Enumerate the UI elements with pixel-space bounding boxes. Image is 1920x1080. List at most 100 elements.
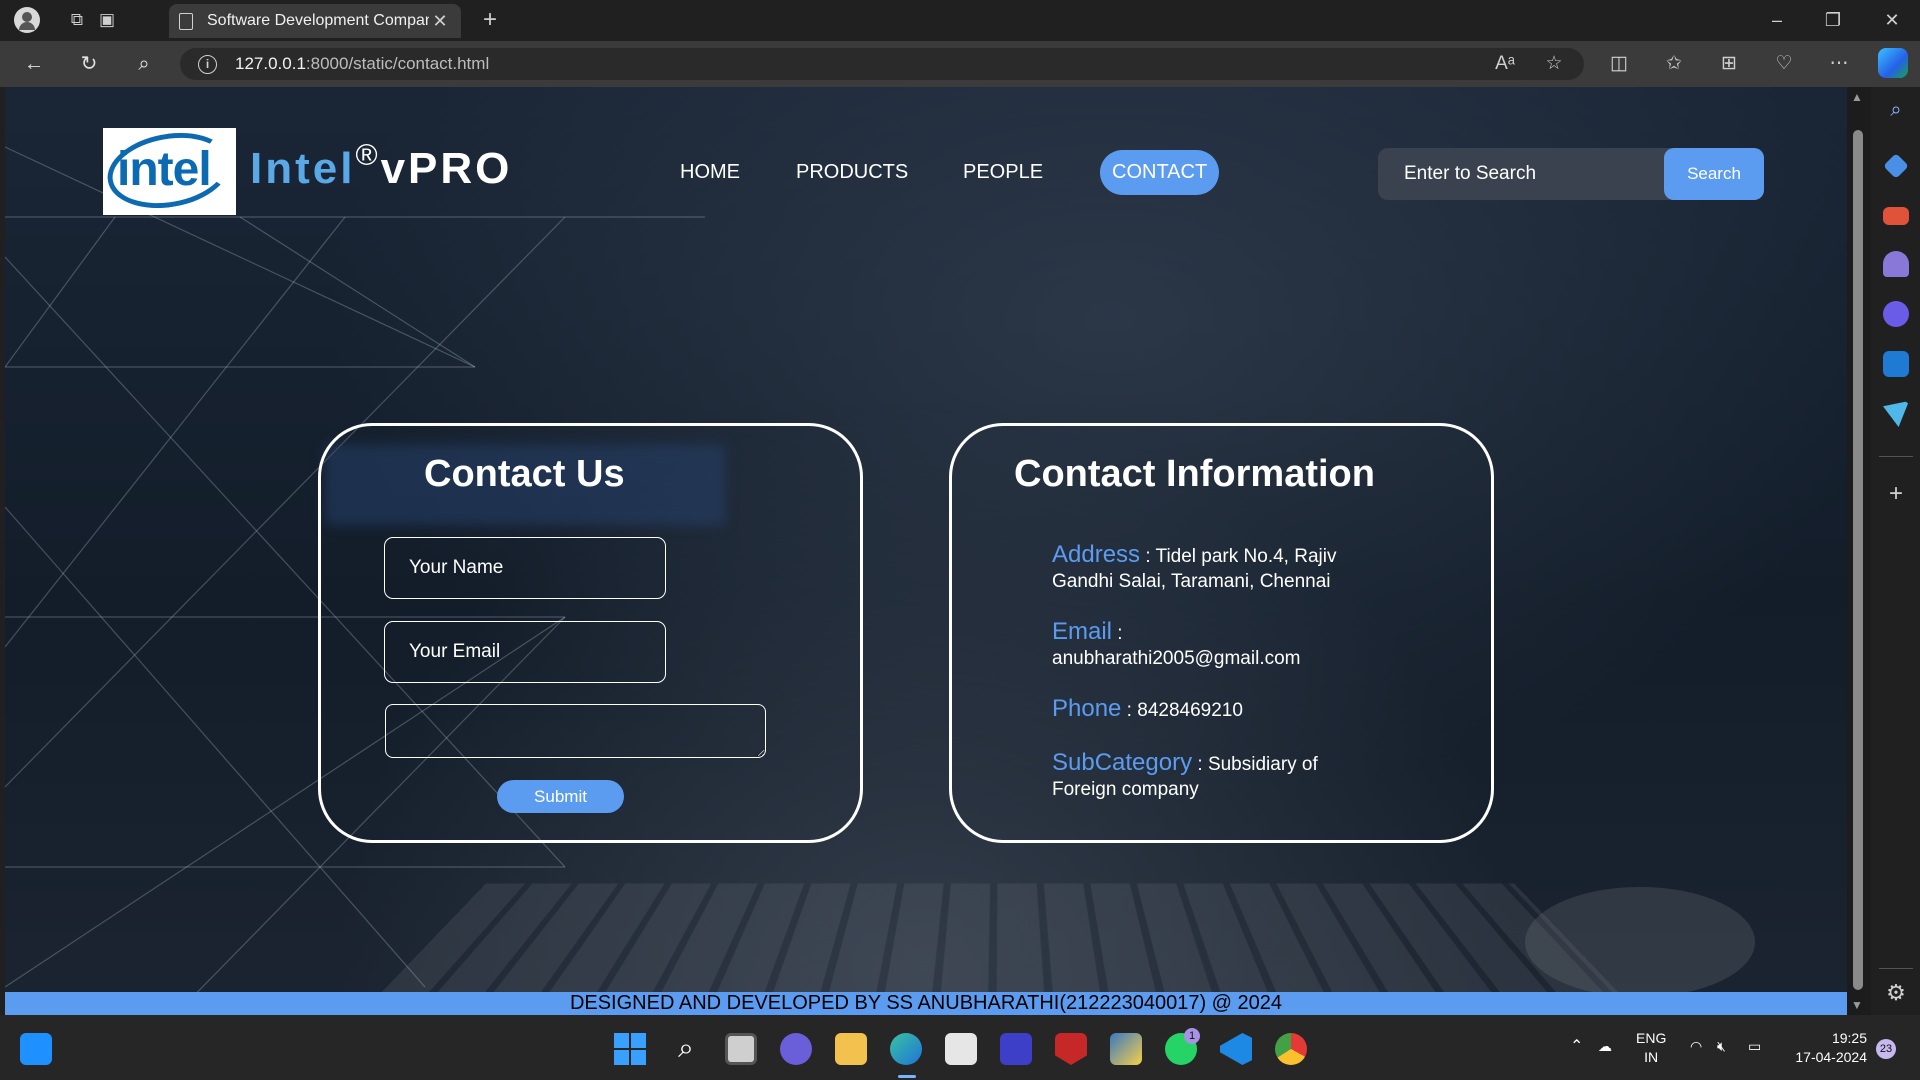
lang-top: ENG: [1636, 1029, 1666, 1048]
scroll-down-arrow[interactable]: ▼: [1851, 998, 1863, 1012]
favorites-icon[interactable]: ✩: [1659, 50, 1689, 78]
url-host: 127.0.0.1: [235, 54, 306, 74]
brand-intel: Intel: [250, 144, 355, 193]
edge-active-indicator: [898, 1075, 916, 1078]
workspaces-icon[interactable]: ⧉: [63, 6, 91, 34]
app-icon[interactable]: [1000, 1033, 1032, 1065]
clock-date: 17-04-2024: [1787, 1048, 1867, 1067]
background-mouse: [1525, 887, 1755, 997]
submit-button[interactable]: Submit: [497, 780, 624, 813]
search-box: Search: [1378, 148, 1764, 200]
collections-icon[interactable]: ⊞: [1714, 50, 1744, 78]
notification-badge[interactable]: 23: [1876, 1039, 1896, 1059]
info-phone: Phone : 8428469210: [1052, 696, 1382, 723]
lang-bottom: IN: [1636, 1048, 1666, 1067]
games-icon[interactable]: [1883, 251, 1909, 277]
microsoft365-icon[interactable]: [1883, 301, 1909, 327]
profile-icon[interactable]: [13, 6, 41, 34]
name-field[interactable]: [384, 537, 666, 599]
info-email: Email : anubharathi2005@gmail.com: [1052, 619, 1322, 671]
email-value: anubharathi2005@gmail.com: [1052, 648, 1301, 669]
contact-us-title: Contact Us: [424, 453, 625, 496]
copilot-icon[interactable]: [1878, 48, 1908, 78]
whatsapp-badge: 1: [1184, 1028, 1200, 1044]
widgets-icon[interactable]: [20, 1033, 52, 1065]
tools-icon[interactable]: [1883, 207, 1909, 225]
site-info-icon[interactable]: i: [198, 55, 217, 74]
sidebar-settings-icon[interactable]: ⚙: [1883, 980, 1909, 1006]
address-bar-row: ← ↻ ⌕ i 127.0.0.1:8000/static/contact.ht…: [0, 41, 1920, 87]
drop-icon[interactable]: [1883, 401, 1909, 427]
phone-value: 8428469210: [1137, 700, 1243, 721]
info-subcategory: SubCategory : Subsidiary of Foreign comp…: [1052, 750, 1352, 802]
browser-essentials-icon[interactable]: ♡: [1769, 50, 1799, 78]
new-tab-button[interactable]: +: [476, 6, 504, 34]
more-menu-icon[interactable]: ⋯: [1824, 50, 1854, 78]
nav-people[interactable]: PEOPLE: [963, 161, 1043, 184]
clock[interactable]: 19:25 17-04-2024: [1787, 1029, 1867, 1067]
onedrive-icon[interactable]: ☁: [1598, 1037, 1612, 1056]
minimize-button[interactable]: –: [1752, 6, 1802, 34]
url-path: :8000/static/contact.html: [306, 54, 489, 74]
file-explorer-icon[interactable]: [835, 1033, 867, 1065]
store-icon[interactable]: [945, 1033, 977, 1065]
brand-vpro: vPRO: [381, 144, 513, 193]
active-tab[interactable]: Software Development Company ✕: [169, 4, 461, 38]
clock-time: 19:25: [1787, 1029, 1867, 1048]
taskbar-search-icon[interactable]: ⌕: [670, 1033, 702, 1065]
language-indicator[interactable]: ENG IN: [1636, 1029, 1666, 1067]
sidebar-divider-bottom: [1879, 968, 1913, 969]
search-input[interactable]: [1378, 148, 1668, 200]
browser-sidebar: ⌕ + ⚙: [1871, 87, 1920, 1015]
brand-title: Intel®vPRO: [250, 139, 512, 194]
phone-label: Phone: [1052, 695, 1121, 722]
outlook-icon[interactable]: [1883, 351, 1909, 377]
web-page: intel Intel®vPRO HOME PRODUCTS PEOPLE CO…: [5, 87, 1847, 1015]
task-view-icon[interactable]: [725, 1033, 757, 1065]
subcategory-sep: :: [1192, 754, 1208, 775]
tray-chevron-icon[interactable]: ⌃: [1570, 1037, 1583, 1056]
tab-actions-icon[interactable]: ▣: [93, 6, 121, 34]
subcategory-label: SubCategory: [1052, 749, 1192, 776]
sidebar-divider: [1879, 456, 1913, 457]
search-icon[interactable]: ⌕: [129, 50, 159, 78]
battery-icon[interactable]: ▭: [1748, 1037, 1761, 1056]
address-label: Address: [1052, 541, 1140, 568]
favorite-star-icon[interactable]: ☆: [1539, 50, 1569, 78]
refresh-button[interactable]: ↻: [74, 50, 104, 78]
nav-products[interactable]: PRODUCTS: [796, 161, 908, 184]
start-button[interactable]: [614, 1033, 646, 1065]
back-button[interactable]: ←: [19, 50, 49, 78]
wifi-icon[interactable]: ◠: [1690, 1037, 1702, 1056]
mcafee-icon[interactable]: [1055, 1033, 1087, 1065]
read-aloud-icon[interactable]: Aᵃ: [1490, 50, 1520, 78]
windows-taskbar: ⌕ 1 ⌃ ☁ ENG IN ◠ 🔇︎ ▭ 19:25 17-04-2024 2…: [0, 1015, 1920, 1080]
page-icon: [179, 13, 193, 30]
teams-chat-icon[interactable]: [780, 1033, 812, 1065]
email-field[interactable]: [384, 621, 666, 683]
split-screen-icon[interactable]: ◫: [1604, 50, 1634, 78]
message-textarea[interactable]: [385, 704, 766, 758]
volume-muted-icon[interactable]: 🔇︎: [1717, 1037, 1726, 1056]
close-window-button[interactable]: ✕: [1867, 6, 1917, 34]
intel-logo-text: intel: [117, 142, 211, 197]
search-button[interactable]: Search: [1664, 148, 1764, 200]
nav-home[interactable]: HOME: [680, 161, 740, 184]
close-tab-icon[interactable]: ✕: [429, 11, 451, 32]
info-address: Address : Tidel park No.4, Rajiv Gandhi …: [1052, 542, 1382, 594]
chrome-icon[interactable]: [1275, 1033, 1307, 1065]
url-bar[interactable]: i 127.0.0.1:8000/static/contact.html: [180, 48, 1584, 80]
edge-icon[interactable]: [890, 1033, 922, 1065]
add-sidebar-app-icon[interactable]: +: [1883, 481, 1909, 507]
shopping-tag-icon[interactable]: [1883, 153, 1909, 179]
email-label: Email: [1052, 618, 1112, 645]
scroll-up-arrow[interactable]: ▲: [1851, 90, 1863, 104]
python-icon[interactable]: [1110, 1033, 1142, 1065]
contact-info-title: Contact Information: [1014, 453, 1375, 496]
nav-contact[interactable]: CONTACT: [1100, 150, 1219, 195]
scrollbar-thumb[interactable]: [1853, 130, 1863, 990]
intel-logo[interactable]: intel: [103, 128, 236, 215]
restore-button[interactable]: ❐: [1808, 6, 1858, 34]
sidebar-search-icon[interactable]: ⌕: [1883, 99, 1909, 125]
vscode-icon[interactable]: [1220, 1033, 1252, 1065]
